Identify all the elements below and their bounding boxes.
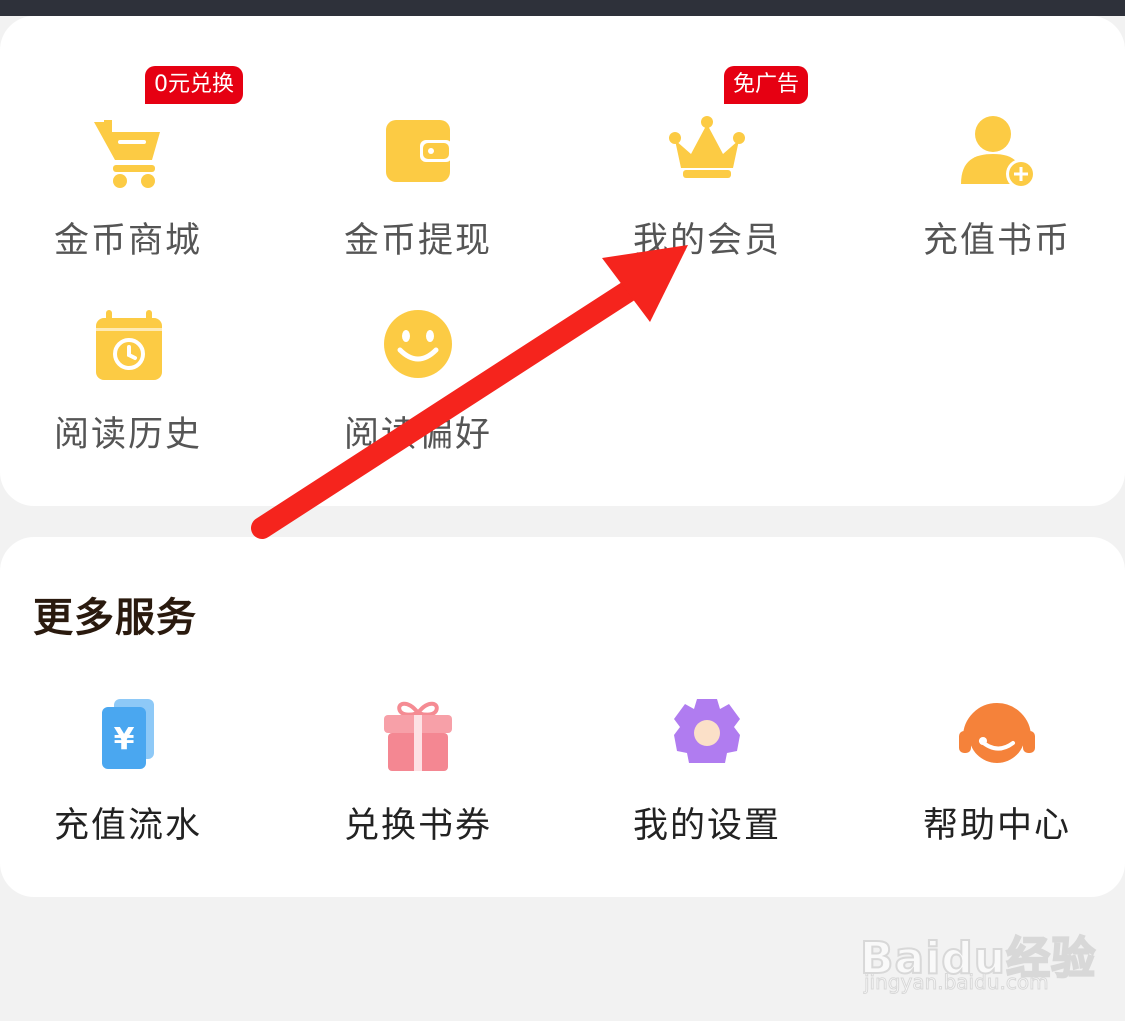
crown-icon (669, 116, 745, 178)
calendar-history-icon (96, 310, 162, 380)
more-services-card: 更多服务 ¥ 充值流水 兑换书券 我的设置 帮助中心 (0, 537, 1125, 897)
no-ads-badge: 免广告 (724, 66, 809, 104)
svg-text:¥: ¥ (114, 722, 135, 757)
headset-icon (959, 703, 1035, 763)
grid-item-coin-withdraw[interactable]: 金币提现 (273, 112, 563, 262)
grid-item-label: 充值书币 (922, 221, 1071, 261)
smiley-icon (384, 310, 452, 378)
baidu-jingyan-watermark: Baidu经验 jingyan.baidu.com (859, 900, 1096, 1000)
grid-item-label: 我的会员 (632, 221, 781, 261)
grid-item-label: 阅读偏好 (343, 415, 492, 455)
grid-item-recharge-coins[interactable]: 充值书币 (852, 112, 1125, 262)
service-item-label: 兑换书券 (343, 806, 492, 846)
shopping-cart-icon (94, 120, 160, 188)
gift-box-icon (384, 701, 452, 771)
grid-item-label: 金币商城 (53, 221, 202, 261)
grid-item-label: 阅读历史 (53, 415, 202, 455)
gear-icon (674, 699, 740, 763)
wallet-icon (386, 120, 452, 182)
grid-item-reading-history[interactable]: 阅读历史 (0, 306, 273, 456)
service-item-recharge-records[interactable]: ¥ 充值流水 (0, 697, 273, 847)
grid-item-coin-mall[interactable]: 金币商城 (0, 112, 273, 262)
grid-item-reading-preference[interactable]: 阅读偏好 (273, 306, 563, 456)
service-item-label: 我的设置 (632, 806, 781, 846)
service-item-my-settings[interactable]: 我的设置 (562, 697, 852, 847)
yuan-card-icon: ¥ (102, 699, 154, 769)
service-item-help-center[interactable]: 帮助中心 (852, 697, 1125, 847)
service-item-label: 充值流水 (53, 806, 202, 846)
user-add-icon (961, 116, 1036, 189)
watermark-url: jingyan.baidu.com (864, 970, 1050, 995)
service-item-redeem-voucher[interactable]: 兑换书券 (273, 697, 563, 847)
feature-grid-card: 金币商城 0元兑换 金币提现 我的会员 免广告 充值书币 阅读历史 阅读偏好 (0, 16, 1125, 506)
grid-item-my-membership[interactable]: 我的会员 (562, 112, 852, 262)
grid-item-label: 金币提现 (343, 221, 492, 261)
section-title: 更多服务 (33, 595, 197, 641)
status-bar (0, 0, 1125, 16)
promo-badge: 0元兑换 (145, 66, 243, 104)
service-item-label: 帮助中心 (922, 806, 1071, 846)
